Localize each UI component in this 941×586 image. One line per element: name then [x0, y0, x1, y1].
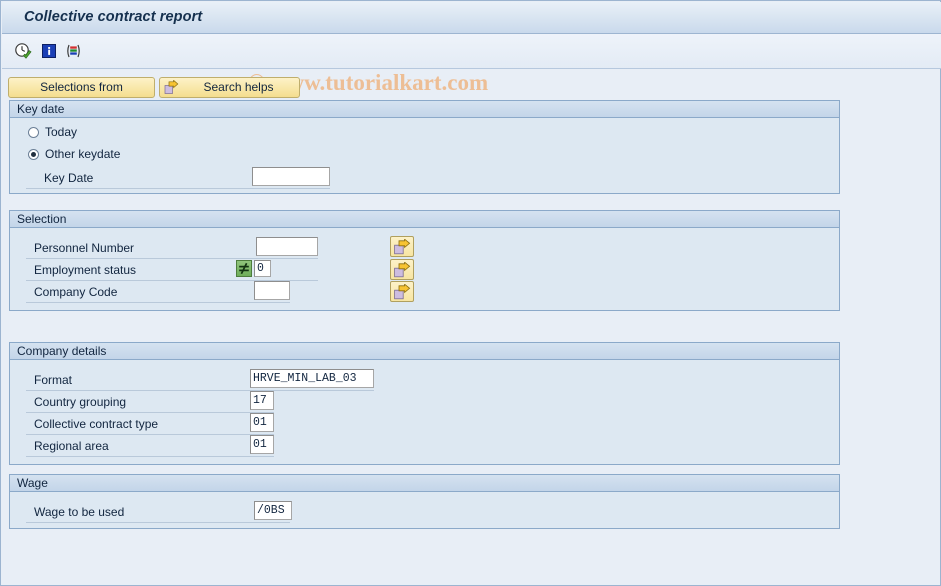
key-date-label: Key Date — [44, 171, 94, 185]
arrow-right-icon — [394, 284, 411, 300]
company-code-row: Company Code — [26, 283, 290, 303]
wage-panel: Wage Wage to be used — [9, 474, 840, 529]
window-title-bar: Collective contract report — [2, 2, 941, 34]
regional-area-rule — [26, 456, 274, 457]
employment-status-operator-button[interactable] — [236, 260, 252, 277]
action-button-bar: Selections from Search helps — [1, 77, 941, 99]
personnel-number-multi-select-button[interactable] — [390, 236, 414, 257]
key-date-panel: Key date Today Other keydate Key Date — [9, 100, 840, 194]
information-icon[interactable] — [40, 42, 58, 60]
country-grouping-row: Country grouping — [26, 393, 274, 413]
arrow-right-icon — [164, 79, 179, 95]
company-details-panel-body: Format Country grouping Collective contr… — [10, 360, 839, 464]
variant-icon[interactable] — [64, 42, 82, 60]
key-date-panel-header: Key date — [10, 101, 839, 118]
format-input[interactable] — [250, 369, 374, 388]
wage-panel-header: Wage — [10, 475, 839, 492]
wage-panel-body: Wage to be used — [10, 492, 839, 528]
collective-contract-type-label: Collective contract type — [34, 417, 159, 431]
personnel-number-label: Personnel Number — [34, 241, 135, 255]
employment-status-row: Employment status — [26, 261, 318, 281]
company-details-panel: Company details Format Country grouping … — [9, 342, 840, 465]
country-grouping-label: Country grouping — [34, 395, 127, 409]
format-rule — [26, 390, 374, 391]
employment-status-label: Employment status — [34, 263, 137, 277]
collective-contract-type-input[interactable] — [250, 413, 274, 432]
personnel-number-input[interactable] — [256, 237, 318, 256]
company-code-label: Company Code — [34, 285, 118, 299]
selection-panel-header: Selection — [10, 211, 839, 228]
arrow-right-icon — [394, 239, 411, 255]
collective-contract-type-rule — [26, 434, 274, 435]
company-code-multi-select-button[interactable] — [390, 281, 414, 302]
search-helps-label: Search helps — [203, 80, 274, 94]
toolbar: © www.tutorialkart.com — [2, 34, 941, 95]
employment-status-input[interactable] — [254, 260, 271, 277]
collective-contract-type-row: Collective contract type — [26, 415, 274, 435]
radio-today-mark — [28, 127, 39, 138]
radio-other-keydate-mark — [28, 149, 39, 160]
format-label: Format — [34, 373, 73, 387]
regional-area-row: Regional area — [26, 437, 274, 457]
company-code-input[interactable] — [254, 281, 290, 300]
key-date-rule — [26, 188, 330, 189]
search-helps-button[interactable]: Search helps — [159, 77, 300, 98]
selection-panel-body: Personnel Number Employment status 0 Com… — [10, 228, 839, 310]
regional-area-label: Regional area — [34, 439, 109, 453]
selection-panel: Selection Personnel Number Employment st… — [9, 210, 840, 311]
wage-to-be-used-rule — [26, 522, 290, 523]
radio-today-label: Today — [45, 125, 78, 139]
selections-from-button[interactable]: Selections from — [8, 77, 155, 98]
radio-other-keydate-label: Other keydate — [45, 147, 121, 161]
company-code-rule — [26, 302, 290, 303]
wage-to-be-used-row: Wage to be used — [26, 503, 290, 523]
key-date-input[interactable] — [252, 167, 330, 186]
employment-status-multi-select-button[interactable] — [390, 259, 414, 280]
key-date-panel-body: Today Other keydate Key Date — [10, 118, 839, 193]
arrow-right-icon — [394, 262, 411, 278]
country-grouping-input[interactable] — [250, 391, 274, 410]
regional-area-input[interactable] — [250, 435, 274, 454]
company-details-panel-header: Company details — [10, 343, 839, 360]
wage-to-be-used-label: Wage to be used — [34, 505, 125, 519]
sap-window: Collective contract report © www.tutoria… — [0, 0, 941, 586]
country-grouping-rule — [26, 412, 274, 413]
wage-to-be-used-input[interactable] — [254, 501, 292, 520]
execute-clock-icon[interactable] — [14, 42, 32, 60]
personnel-number-rule — [26, 258, 318, 259]
not-equal-icon — [239, 262, 249, 275]
page-title: Collective contract report — [24, 9, 203, 25]
